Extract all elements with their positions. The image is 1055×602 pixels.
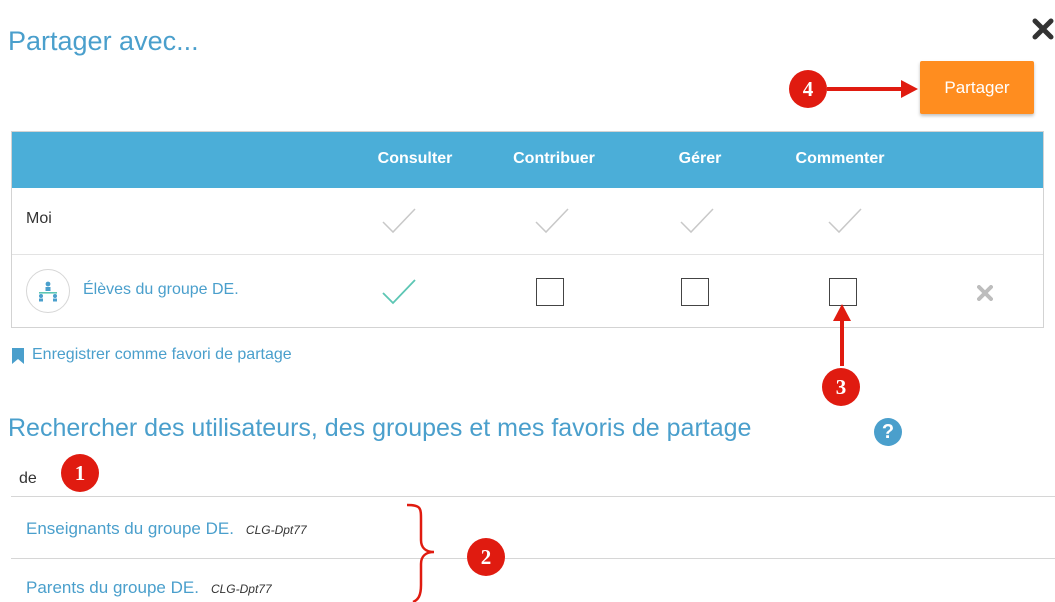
annotation-marker-2: 2 (467, 538, 505, 576)
annotation-overlay (406, 80, 918, 602)
annotation-marker-1: 1 (61, 454, 99, 492)
annotation-marker-3: 3 (822, 368, 860, 406)
annotation-marker-4: 4 (789, 70, 827, 108)
